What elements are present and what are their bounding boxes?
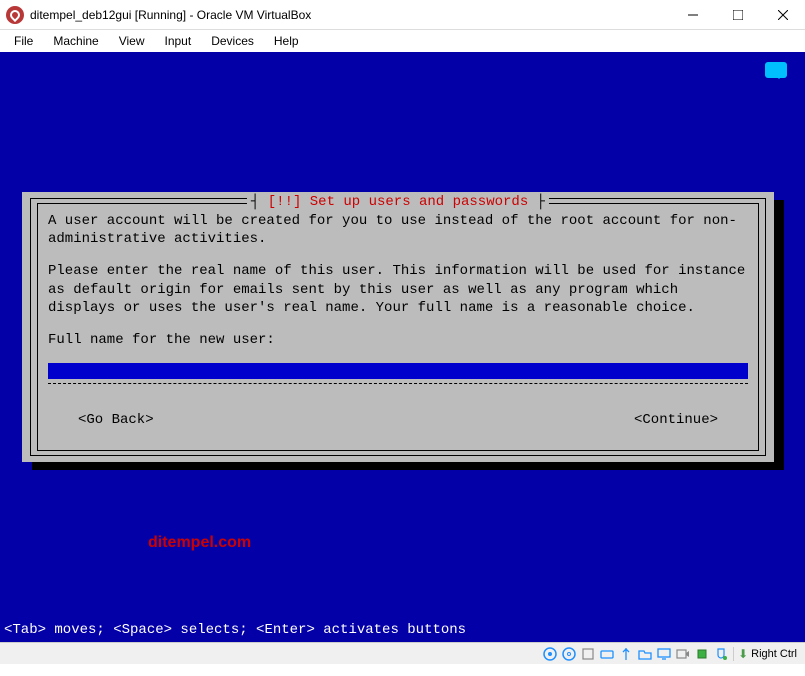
host-key-arrow-icon: ⬇ [738, 647, 748, 661]
window-title: ditempel_deb12gui [Running] - Oracle VM … [30, 8, 670, 22]
cpu-icon[interactable] [693, 646, 710, 662]
window-titlebar: ditempel_deb12gui [Running] - Oracle VM … [0, 0, 805, 30]
virtualbox-icon [6, 6, 24, 24]
maximize-button[interactable] [715, 0, 760, 29]
audio-icon[interactable] [579, 646, 596, 662]
statusbar: ⬇ Right Ctrl [0, 642, 805, 664]
network-icon[interactable] [598, 646, 615, 662]
close-button[interactable] [760, 0, 805, 29]
menu-machine[interactable]: Machine [45, 32, 106, 50]
go-back-button[interactable]: <Go Back> [78, 411, 154, 429]
menu-file[interactable]: File [6, 32, 41, 50]
dialog-prompt: Full name for the new user: [48, 331, 748, 349]
mouse-integration-icon[interactable] [712, 646, 729, 662]
menu-input[interactable]: Input [157, 32, 200, 50]
hard-disk-icon[interactable] [541, 646, 558, 662]
menu-help[interactable]: Help [266, 32, 307, 50]
minimize-button[interactable] [670, 0, 715, 29]
menu-devices[interactable]: Devices [203, 32, 262, 50]
menubar: File Machine View Input Devices Help [0, 30, 805, 52]
watermark: ditempel.com [148, 534, 251, 552]
host-key-indicator[interactable]: ⬇ Right Ctrl [733, 647, 801, 661]
notification-icon[interactable] [765, 62, 787, 78]
keyboard-hint: <Tab> moves; <Space> selects; <Enter> ac… [4, 622, 466, 638]
window-controls [670, 0, 805, 29]
optical-drive-icon[interactable] [560, 646, 577, 662]
recording-icon[interactable] [674, 646, 691, 662]
dialog-title: ┤ [!!] Set up users and passwords ├ [247, 194, 549, 210]
continue-button[interactable]: <Continue> [634, 411, 718, 429]
guest-screen: ┤ [!!] Set up users and passwords ├ A us… [0, 52, 805, 642]
shared-folders-icon[interactable] [636, 646, 653, 662]
dialog-text-1: A user account will be created for you t… [48, 212, 748, 248]
fullname-input[interactable] [48, 363, 748, 379]
menu-view[interactable]: View [111, 32, 153, 50]
installer-dialog: ┤ [!!] Set up users and passwords ├ A us… [22, 192, 774, 462]
dialog-text-2: Please enter the real name of this user.… [48, 262, 748, 317]
usb-icon[interactable] [617, 646, 634, 662]
display-icon[interactable] [655, 646, 672, 662]
